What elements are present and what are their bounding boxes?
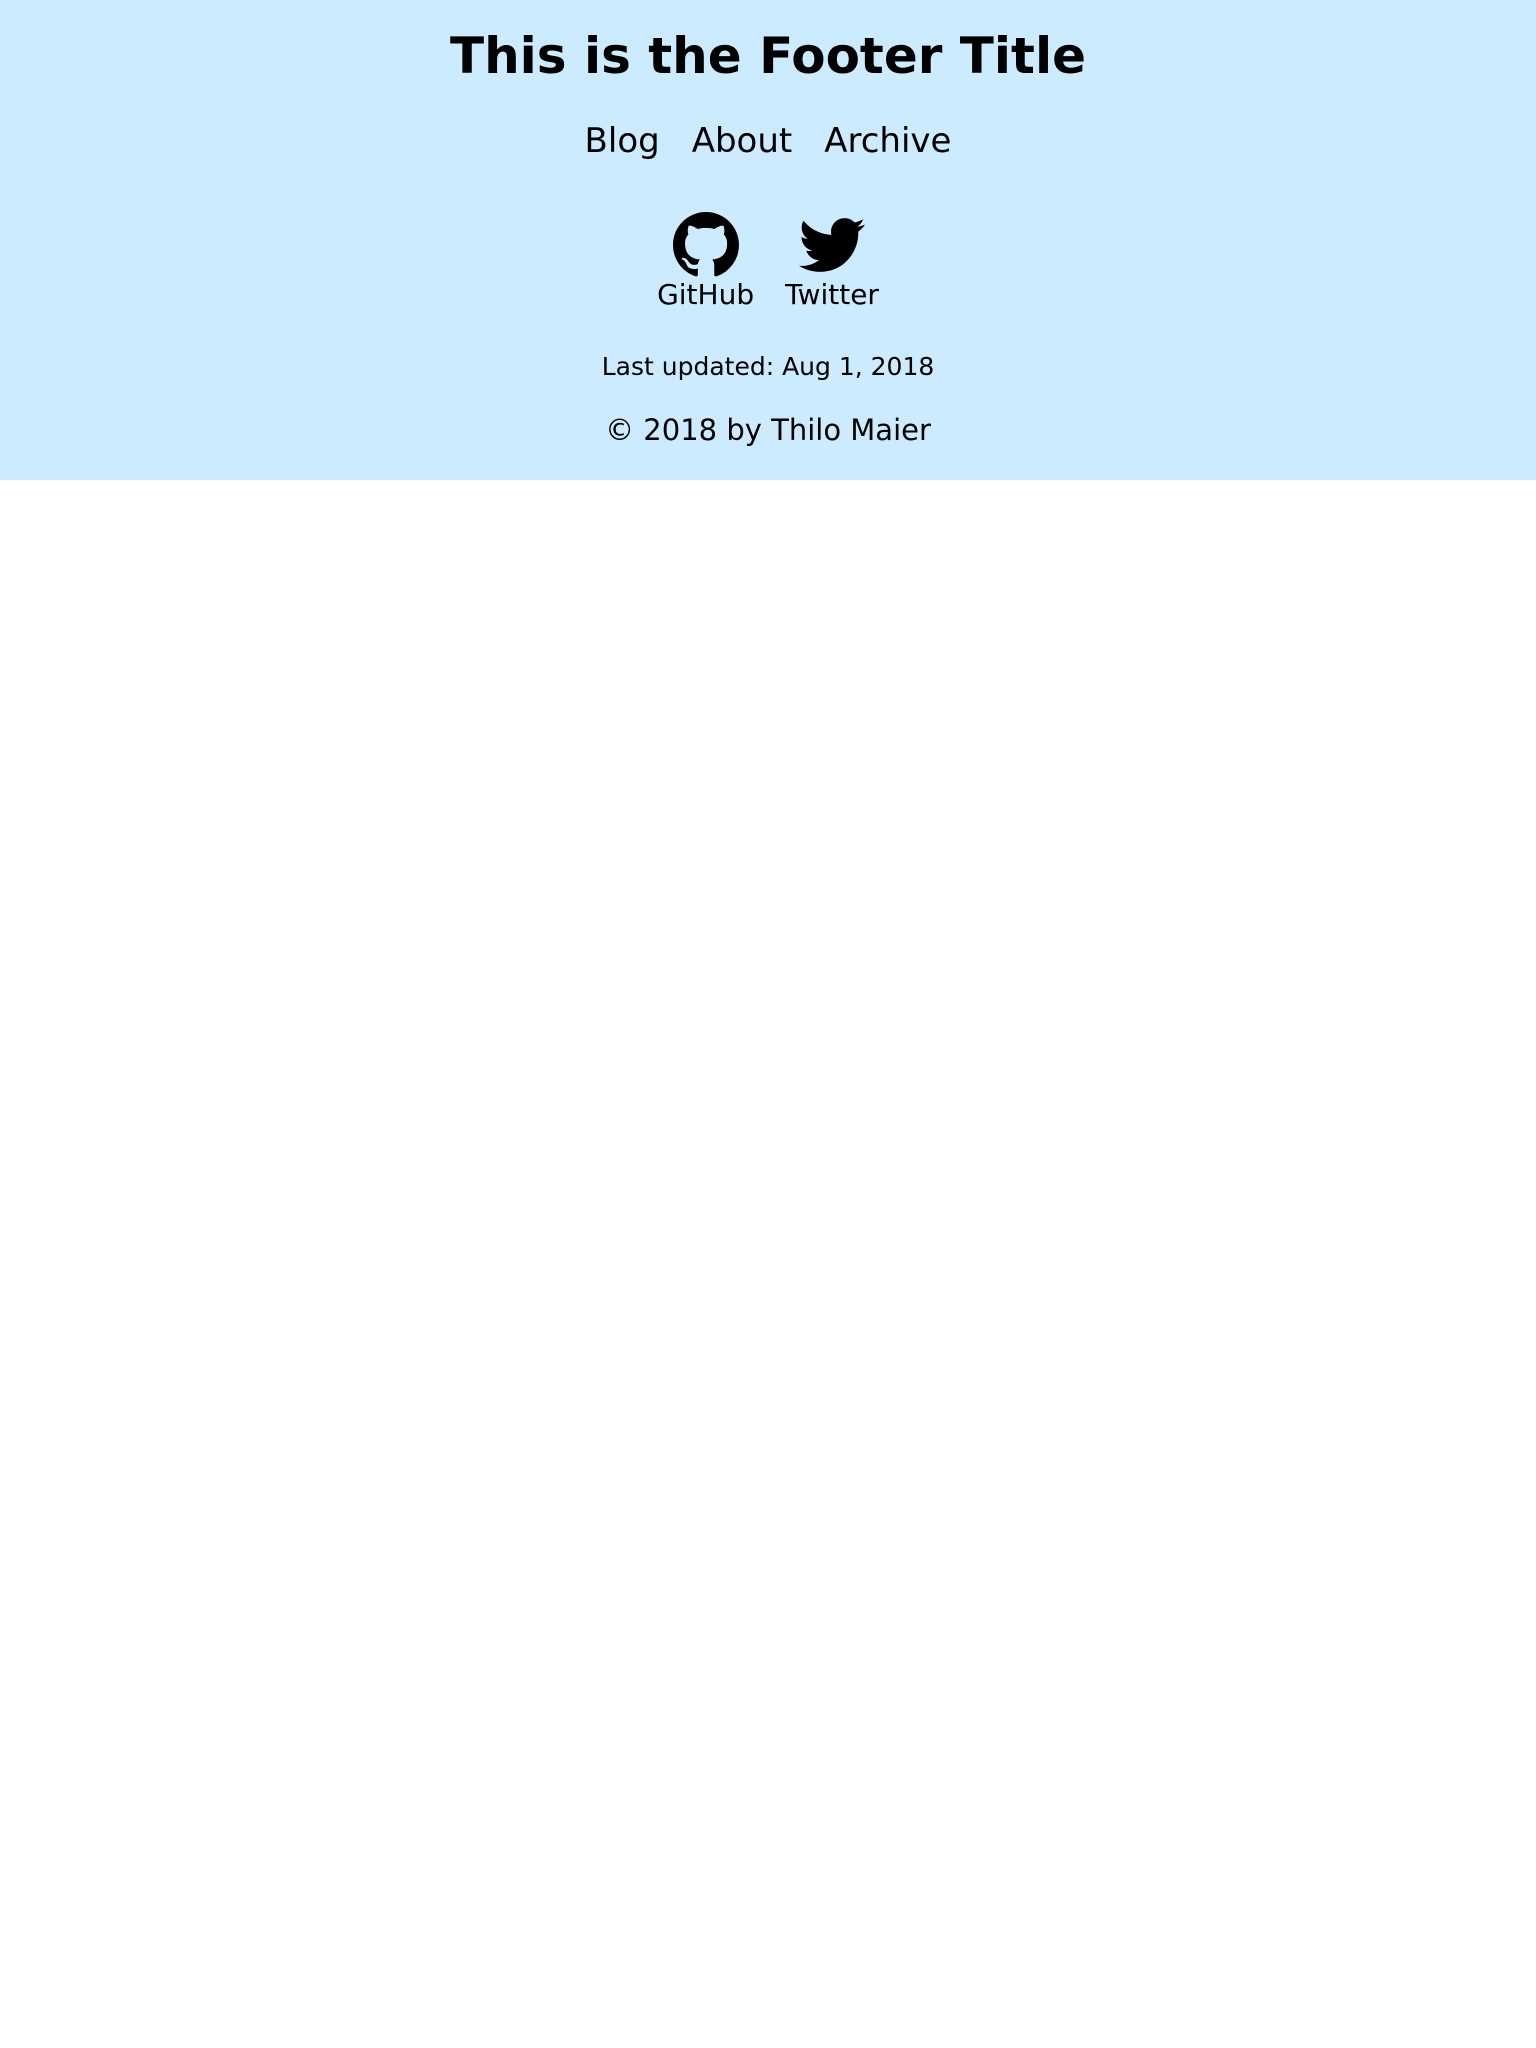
github-link[interactable]: GitHub [657,212,754,314]
twitter-link[interactable]: Twitter [785,212,879,314]
copyright: © 2018 by Thilo Maier [605,413,931,447]
github-icon [672,212,739,278]
twitter-icon [799,212,866,278]
nav-link-blog[interactable]: Blog [585,115,660,167]
nav-link-archive[interactable]: Archive [824,115,951,167]
github-label: GitHub [657,278,755,311]
site-footer: This is the Footer Title Blog About Arch… [0,0,1536,480]
nav-link-about[interactable]: About [692,115,793,167]
last-updated: Last updated: Aug 1, 2018 [601,352,935,381]
twitter-label: Twitter [785,278,879,311]
social-links: GitHub Twitter [0,212,1536,314]
footer-nav: Blog About Archive [0,115,1536,167]
footer-title: This is the Footer Title [449,27,1087,85]
